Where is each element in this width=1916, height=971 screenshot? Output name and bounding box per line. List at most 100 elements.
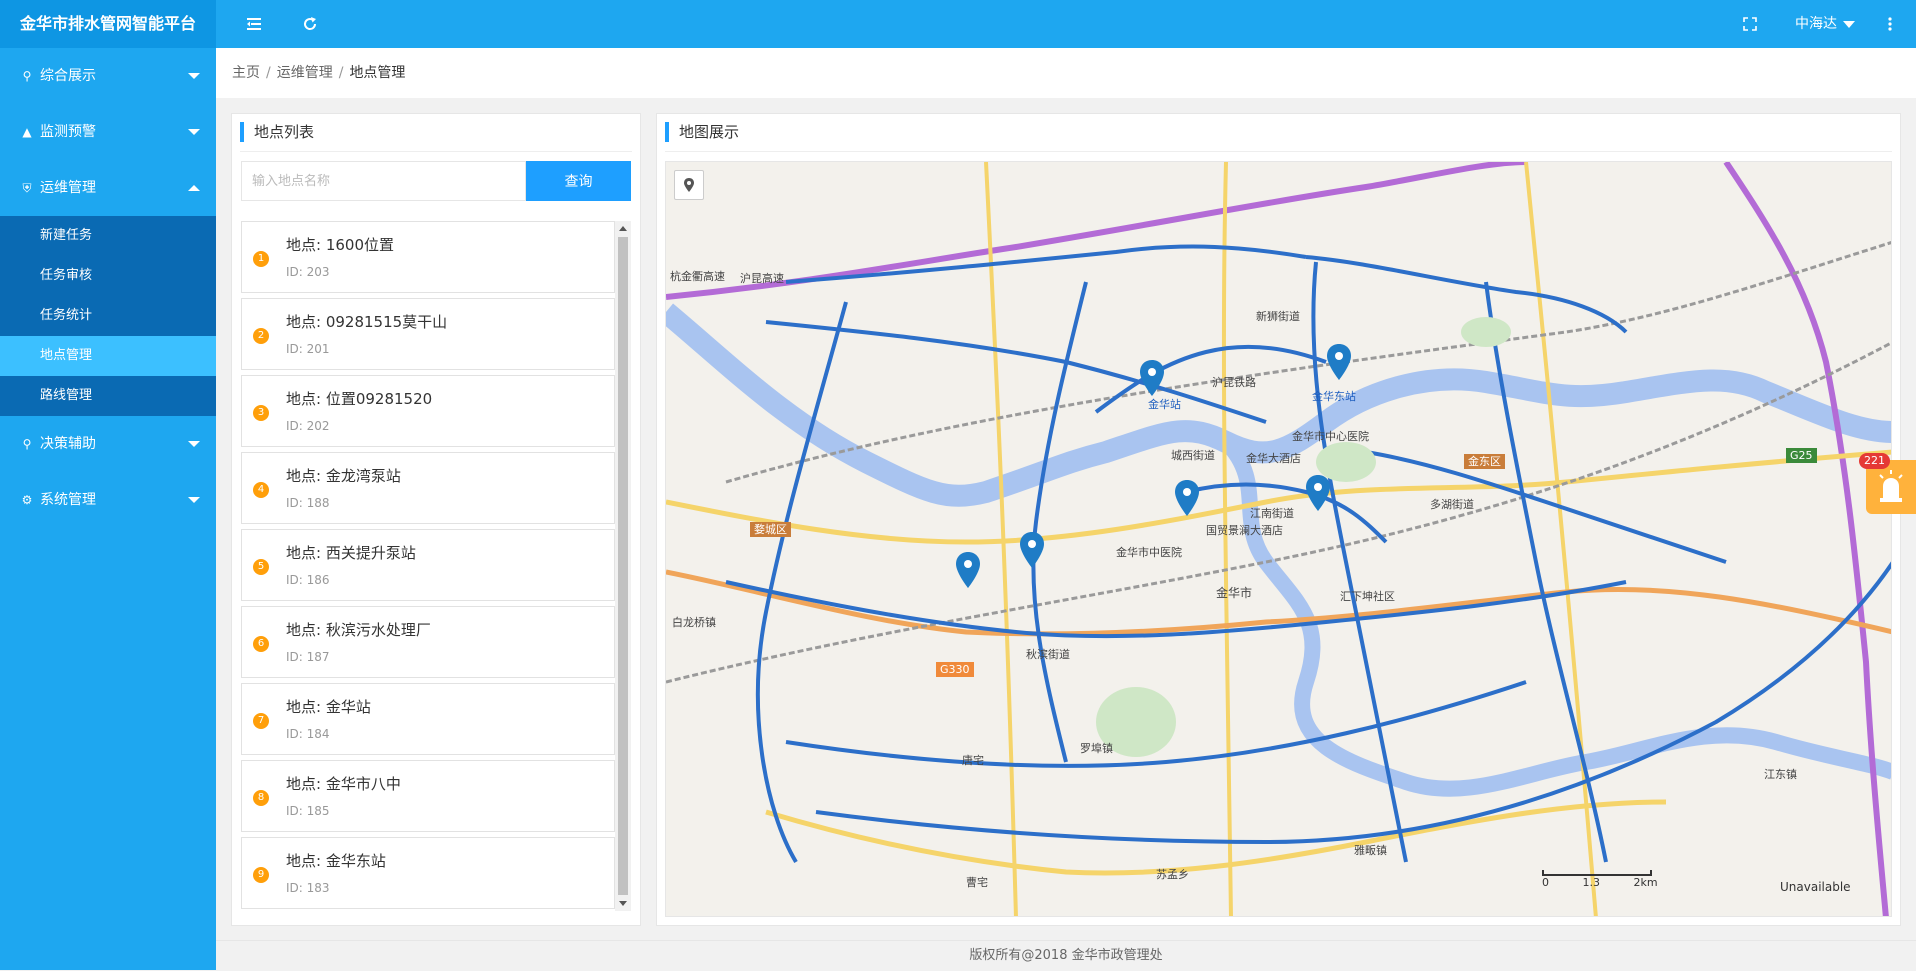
item-number: 7 bbox=[253, 713, 269, 729]
shield-icon: ⛨ bbox=[22, 181, 32, 195]
item-number: 6 bbox=[253, 636, 269, 652]
item-number: 5 bbox=[253, 559, 269, 575]
location-id: ID: 202 bbox=[286, 419, 330, 433]
sidebar-item-label: 系统管理 bbox=[40, 492, 96, 508]
more-vertical-icon[interactable] bbox=[1880, 14, 1900, 34]
sidebar-item-label: 综合展示 bbox=[40, 68, 96, 84]
location-id: ID: 187 bbox=[286, 650, 330, 664]
item-number: 1 bbox=[253, 251, 269, 267]
alarm-icon: ▲ bbox=[22, 125, 32, 139]
list-item[interactable]: 3 地点: 位置09281520 ID: 202 bbox=[241, 375, 615, 447]
item-number: 4 bbox=[253, 482, 269, 498]
map-canvas bbox=[666, 162, 1891, 916]
location-name: 地点: 位置09281520 bbox=[286, 390, 433, 408]
item-number: 2 bbox=[253, 328, 269, 344]
panel-title: 地点列表 bbox=[240, 122, 314, 142]
list-item[interactable]: 6 地点: 秋滨污水处理厂 ID: 187 bbox=[241, 606, 615, 678]
location-id: ID: 184 bbox=[286, 727, 330, 741]
sidebar-item-overview[interactable]: ⚲ 综合展示 bbox=[0, 48, 216, 104]
map-marker-icon: ⚲ bbox=[22, 69, 32, 83]
location-name: 地点: 09281515莫干山 bbox=[286, 313, 448, 331]
location-name: 地点: 西关提升泵站 bbox=[286, 544, 416, 562]
submenu-location-management[interactable]: 地点管理 bbox=[0, 336, 216, 376]
map-label: 雅畈镇 bbox=[1354, 844, 1387, 857]
map-label: 多湖街道 bbox=[1430, 498, 1474, 511]
map-label: 杭金衢高速 bbox=[670, 270, 725, 283]
chevron-down-icon bbox=[188, 73, 200, 79]
map-marker-icon[interactable] bbox=[1327, 344, 1351, 380]
map-label: 白龙桥镇 bbox=[672, 616, 716, 629]
map-road-badge: G330 bbox=[936, 662, 974, 677]
chevron-down-icon bbox=[188, 441, 200, 447]
locate-button[interactable] bbox=[674, 170, 704, 200]
location-name: 地点: 金华东站 bbox=[286, 852, 386, 870]
map-label: 沪昆高速 bbox=[740, 272, 784, 285]
map-label: 曹宅 bbox=[966, 876, 988, 889]
location-name: 地点: 秋滨污水处理厂 bbox=[286, 621, 431, 639]
submenu-route-management[interactable]: 路线管理 bbox=[0, 376, 216, 416]
scroll-thumb[interactable] bbox=[618, 237, 628, 895]
map-marker-icon[interactable] bbox=[1140, 360, 1164, 396]
map-marker-icon[interactable] bbox=[1306, 475, 1330, 511]
user-menu[interactable]: 中海达 bbox=[1795, 0, 1855, 48]
map-district-badge: 金东区 bbox=[1464, 454, 1505, 469]
list-item[interactable]: 4 地点: 金龙湾泵站 ID: 188 bbox=[241, 452, 615, 524]
map-label: 沪昆铁路 bbox=[1212, 376, 1256, 389]
sidebar-item-label: 运维管理 bbox=[40, 180, 96, 196]
map-marker-icon[interactable] bbox=[1020, 532, 1044, 568]
submenu-task-stats[interactable]: 任务统计 bbox=[0, 296, 216, 336]
location-search-input[interactable] bbox=[241, 161, 526, 201]
item-number: 9 bbox=[253, 867, 269, 883]
location-id: ID: 188 bbox=[286, 496, 330, 510]
scroll-up-icon[interactable] bbox=[619, 226, 627, 231]
list-item[interactable]: 1 地点: 1600位置 ID: 203 bbox=[241, 221, 615, 293]
fullscreen-icon[interactable] bbox=[1740, 14, 1760, 34]
key-icon: ⚲ bbox=[22, 437, 32, 451]
scroll-down-icon[interactable] bbox=[619, 901, 627, 906]
list-item[interactable]: 7 地点: 金华站 ID: 184 bbox=[241, 683, 615, 755]
sidebar-item-system[interactable]: ⚙ 系统管理 bbox=[0, 472, 216, 528]
map-label: 唐宅 bbox=[962, 754, 984, 767]
menu-collapse-icon[interactable] bbox=[244, 14, 264, 34]
list-item[interactable]: 8 地点: 金华市八中 ID: 185 bbox=[241, 760, 615, 832]
submenu-task-review[interactable]: 任务审核 bbox=[0, 256, 216, 296]
refresh-icon[interactable] bbox=[300, 14, 320, 34]
footer: 版权所有@2018 金华市政管理处 bbox=[216, 940, 1916, 970]
location-name: 地点: 金华站 bbox=[286, 698, 371, 716]
sidebar-item-decision[interactable]: ⚲ 决策辅助 bbox=[0, 416, 216, 472]
sidebar-item-operations[interactable]: ⛨ 运维管理 bbox=[0, 160, 216, 216]
map-marker-icon[interactable] bbox=[956, 552, 980, 588]
location-list-panel: 地点列表 查询 1 地点: 1600位置 ID: 203 2 地点: 09281… bbox=[231, 113, 641, 926]
sidebar-item-monitoring[interactable]: ▲ 监测预警 bbox=[0, 104, 216, 160]
user-name: 中海达 bbox=[1795, 16, 1837, 32]
sidebar-item-label: 决策辅助 bbox=[40, 436, 96, 452]
location-id: ID: 186 bbox=[286, 573, 330, 587]
location-list: 1 地点: 1600位置 ID: 203 2 地点: 09281515莫干山 I… bbox=[241, 221, 631, 911]
search-button[interactable]: 查询 bbox=[526, 161, 631, 201]
breadcrumb-home[interactable]: 主页 bbox=[232, 65, 260, 81]
map-label: 新狮街道 bbox=[1256, 310, 1300, 323]
map-panel: 地图展示 金华站 金华东站 金华市 婺城区 金东区 新狮街道 城西街道 江南街道… bbox=[656, 113, 1901, 926]
list-item[interactable]: 5 地点: 西关提升泵站 ID: 186 bbox=[241, 529, 615, 601]
map-scale: 0 1.3 2km bbox=[1542, 870, 1658, 889]
list-item[interactable]: 2 地点: 09281515莫干山 ID: 201 bbox=[241, 298, 615, 370]
top-header: 金华市排水管网智能平台 中海达 bbox=[0, 0, 1916, 48]
alarm-count-badge: 221 bbox=[1859, 453, 1890, 469]
location-name: 地点: 金华市八中 bbox=[286, 775, 401, 793]
gear-icon: ⚙ bbox=[21, 493, 33, 507]
chevron-down-icon bbox=[1843, 20, 1855, 28]
map-label: 金华市 bbox=[1216, 586, 1253, 600]
map-label: 金华市中心医院 bbox=[1292, 430, 1369, 443]
breadcrumb-operations[interactable]: 运维管理 bbox=[277, 65, 333, 81]
map-label: 汇下坤社区 bbox=[1340, 590, 1395, 603]
map-label: 城西街道 bbox=[1171, 449, 1215, 462]
map-label: 金华市中医院 bbox=[1116, 546, 1182, 559]
item-number: 8 bbox=[253, 790, 269, 806]
list-item[interactable]: 9 地点: 金华东站 ID: 183 bbox=[241, 837, 615, 909]
map-label: 金华东站 bbox=[1312, 390, 1356, 403]
submenu-new-task[interactable]: 新建任务 bbox=[0, 216, 216, 256]
list-scrollbar[interactable] bbox=[615, 221, 631, 911]
map-marker-icon[interactable] bbox=[1175, 480, 1199, 516]
map-label: 苏孟乡 bbox=[1156, 868, 1189, 881]
map-view[interactable]: 金华站 金华东站 金华市 婺城区 金东区 新狮街道 城西街道 江南街道 秋滨街道… bbox=[665, 161, 1892, 917]
